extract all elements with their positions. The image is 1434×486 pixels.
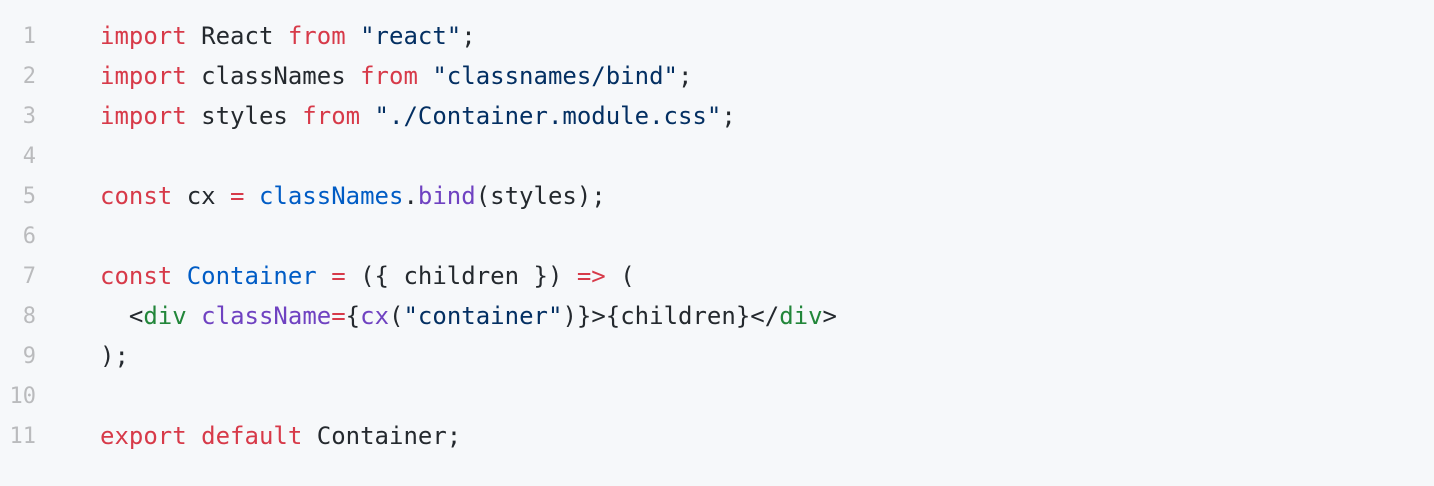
line-number: 6 [22, 223, 36, 249]
code-line: 9); [0, 336, 1434, 376]
code-token: classNames [186, 62, 361, 90]
code-token: import [100, 62, 187, 90]
line-number: 5 [22, 183, 36, 209]
code-token: = [331, 302, 346, 330]
code-token: "container" [403, 302, 563, 330]
code-line: 5 const cx = classNames.bind(styles); [0, 176, 1434, 216]
line-number: 10 [9, 383, 37, 409]
line-content: const Container = ({ children }) => ( [100, 262, 635, 290]
code-token: React [186, 22, 288, 50]
code-token: "./Container.module.css" [374, 102, 722, 130]
code-token: Container [186, 262, 317, 290]
code-token: { [345, 302, 361, 330]
code-token: = [331, 262, 346, 290]
line-content: <div className={cx("container")}>{childr… [100, 302, 837, 330]
line-content: import styles from "./Container.module.c… [100, 102, 736, 130]
line-number: 7 [22, 263, 36, 289]
code-token: "classnames/bind" [432, 62, 678, 90]
line-content: const cx = classNames.bind(styles); [100, 182, 606, 210]
code-token: from [302, 102, 361, 130]
code-token: import [100, 102, 187, 130]
code-token: < [100, 302, 144, 330]
line-number: 1 [22, 23, 36, 49]
code-token: const [100, 262, 173, 290]
code-token: div [779, 302, 823, 330]
code-token: ({ children }) [345, 262, 577, 290]
line-number: 4 [22, 143, 36, 169]
code-token: import [100, 22, 187, 50]
code-token: from [360, 62, 418, 90]
code-token: )}>{children}</ [562, 302, 780, 330]
line-content: import classNames from "classnames/bind"… [100, 62, 692, 90]
code-block: 1 import React from "react"; 2 import class… [0, 0, 1434, 486]
code-line: 4 [0, 136, 1434, 176]
code-token: => [576, 262, 606, 290]
code-token: default [201, 422, 303, 450]
code-token: cx [360, 302, 390, 330]
code-token: Container; [302, 422, 462, 450]
line-content: import React from "react"; [100, 22, 476, 50]
code-line: 7 const Container = ({ children }) => ( [0, 256, 1434, 296]
code-line: 1 import React from "react"; [0, 16, 1434, 56]
code-line: 2 import classNames from "classnames/bind… [0, 56, 1434, 96]
code-token: cx [172, 182, 231, 210]
code-token: ); [100, 342, 129, 370]
code-token: export [100, 422, 187, 450]
code-token: ( [605, 262, 635, 290]
code-token: className [201, 302, 332, 330]
code-token: ( [389, 302, 404, 330]
line-number: 2 [22, 63, 36, 89]
code-token: (styles); [475, 182, 606, 210]
code-line: 6 [0, 216, 1434, 256]
code-token: > [822, 302, 837, 330]
code-line: 8 <div className={cx("container")}>{chil… [0, 296, 1434, 336]
code-token: "react" [360, 22, 462, 50]
code-token: classNames [258, 182, 404, 210]
line-number: 11 [9, 423, 37, 449]
code-line: 10 [0, 376, 1434, 416]
code-token: = [230, 182, 245, 210]
line-number: 9 [22, 343, 36, 369]
line-number: 8 [22, 303, 36, 329]
code-token: bind [417, 182, 476, 210]
code-token: from [287, 22, 346, 50]
code-token: const [100, 182, 173, 210]
code-token: div [143, 302, 187, 330]
code-line: 11 export default Container; [0, 416, 1434, 456]
code-token: ; [677, 62, 693, 90]
line-number: 3 [22, 103, 36, 129]
code-token: styles [186, 102, 303, 130]
line-content: ); [100, 342, 129, 370]
code-token: ; [721, 102, 736, 130]
code-token: . [403, 182, 418, 210]
code-token: ; [461, 22, 476, 50]
code-line: 3 import styles from "./Container.module.… [0, 96, 1434, 136]
line-content: export default Container; [100, 422, 461, 450]
